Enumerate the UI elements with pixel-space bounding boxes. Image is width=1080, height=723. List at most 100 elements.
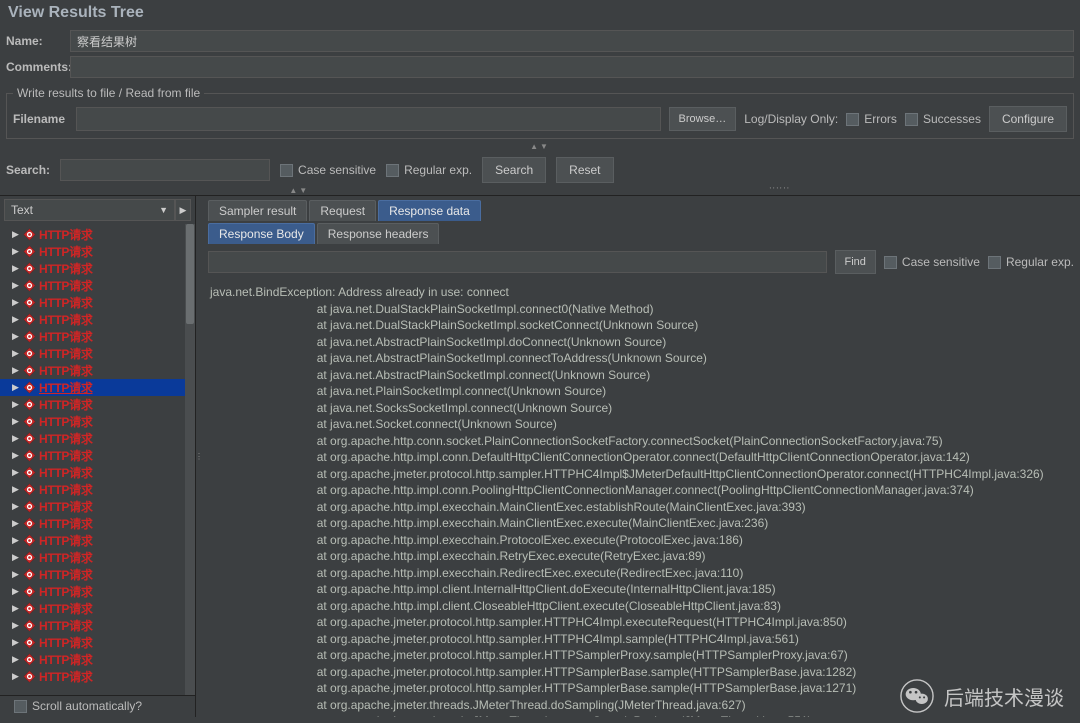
search-button[interactable]: Search [482,157,546,183]
expand-icon[interactable]: ▶ [12,280,20,291]
tree-row[interactable]: ▶ HTTP请求 [0,345,195,362]
tab-sampler-result[interactable]: Sampler result [208,200,307,221]
expand-icon[interactable]: ▶ [12,535,20,546]
results-tree[interactable]: ▶ HTTP请求 ▶ HTTP请求 ▶ HTTP请求 ▶ HTTP请求 ▶ HTTP请求 ▶ HTTP… [0,224,195,695]
tree-item-label: HTTP请求 [39,651,93,668]
tree-row[interactable]: ▶HTTP请求 [0,277,195,294]
tree-row[interactable]: ▶HTTP请求 [0,413,195,430]
expand-icon[interactable]: ▶ [12,416,20,427]
subtab-response-headers[interactable]: Response headers [317,223,440,244]
errors-checkbox[interactable]: Errors [846,112,897,126]
name-label: Name: [6,34,70,48]
tree-item-label: HTTP请求 [39,396,93,413]
renderer-selected: Text [11,203,33,217]
renderer-dropdown[interactable]: Text ▼ [4,199,175,221]
find-button[interactable]: Find [835,250,876,274]
tree-row[interactable]: ▶ HTTP请求 [0,243,195,260]
browse-button[interactable]: Browse… [669,107,737,131]
expand-icon[interactable]: ▶ [12,467,20,478]
expand-icon[interactable]: ▶ [12,297,20,308]
tree-row[interactable]: ▶HTTP请求 [0,668,195,685]
splitter-handle-top[interactable]: ▲▼ [0,143,1080,151]
expand-icon[interactable]: ▶ [12,603,20,614]
splitter-handle-mid[interactable]: ▲▼ '''''' [0,187,1080,195]
comments-input[interactable] [70,56,1074,78]
expand-icon[interactable]: ▶ [12,331,20,342]
filename-input[interactable] [76,107,661,131]
error-icon [23,296,36,309]
successes-checkbox[interactable]: Successes [905,112,981,126]
tree-row[interactable]: ▶HTTP请求 [0,532,195,549]
expand-icon[interactable]: ▶ [12,586,20,597]
name-input[interactable] [70,30,1074,52]
expand-icon[interactable]: ▶ [12,365,20,376]
response-body-text[interactable]: java.net.BindException: Address already … [202,280,1080,717]
configure-button[interactable]: Configure [989,106,1067,132]
tree-row[interactable]: ▶ HTTP请求 [0,498,195,515]
tab-response-data[interactable]: Response data [378,200,481,221]
tree-row[interactable]: ▶HTTP请求 [0,430,195,447]
tree-item-label: HTTP请求 [39,345,93,362]
tree-scrollbar[interactable] [185,224,195,695]
find-input[interactable] [208,251,827,273]
tree-row[interactable]: ▶HTTP请求 [0,634,195,651]
expand-icon[interactable]: ▶ [12,450,20,461]
tree-row[interactable]: ▶HTTP请求 [0,226,195,243]
expand-icon[interactable]: ▶ [12,433,20,444]
tree-row[interactable]: ▶HTTP请求 [0,294,195,311]
expand-icon[interactable]: ▶ [12,552,20,563]
error-icon [23,500,36,513]
tree-item-label: HTTP请求 [39,243,93,260]
expand-icon[interactable]: ▶ [12,637,20,648]
tree-row[interactable]: ▶ HTTP请求 [0,651,195,668]
tree-item-label: HTTP请求 [39,498,93,515]
tree-item-label: HTTP请求 [39,566,93,583]
error-icon [23,551,36,564]
expand-icon[interactable]: ▶ [12,314,20,325]
tree-row[interactable]: ▶HTTP请求 [0,600,195,617]
expand-icon[interactable]: ▶ [12,620,20,631]
expand-icon[interactable]: ▶ [12,671,20,682]
tree-row[interactable]: ▶ HTTP请求 [0,464,195,481]
tree-row[interactable]: ▶HTTP请求 [0,515,195,532]
expand-icon[interactable]: ▶ [12,382,20,393]
expand-icon[interactable]: ▶ [12,246,20,257]
comments-label: Comments: [6,60,70,74]
find-case-sensitive-checkbox[interactable]: Case sensitive [884,255,980,269]
tree-row[interactable]: ▶HTTP请求 [0,549,195,566]
expand-icon[interactable]: ▶ [12,654,20,665]
expand-icon[interactable]: ▶ [12,518,20,529]
error-icon [23,313,36,326]
tree-row[interactable]: ▶HTTP请求 [0,379,195,396]
tree-row[interactable]: ▶HTTP请求 [0,583,195,600]
search-case-sensitive-checkbox[interactable]: Case sensitive [280,163,376,177]
tree-row[interactable]: ▶ HTTP请求 [0,566,195,583]
tree-row[interactable]: ▶ HTTP请求 [0,396,195,413]
expand-icon[interactable]: ▶ [12,484,20,495]
expand-icon[interactable]: ▶ [12,569,20,580]
tree-row[interactable]: ▶HTTP请求 [0,362,195,379]
tree-row[interactable]: ▶HTTP请求 [0,617,195,634]
wechat-icon [900,679,934,713]
expand-icon[interactable]: ▶ [12,229,20,240]
tree-row[interactable]: ▶HTTP请求 [0,260,195,277]
page-title: View Results Tree [0,0,1080,28]
subtab-response-body[interactable]: Response Body [208,223,315,244]
tree-row[interactable]: ▶HTTP请求 [0,481,195,498]
tree-row[interactable]: ▶HTTP请求 [0,447,195,464]
find-regex-checkbox[interactable]: Regular exp. [988,255,1074,269]
scroll-auto-checkbox[interactable]: Scroll automatically? [14,699,142,713]
expand-icon[interactable]: ▶ [12,399,20,410]
renderer-expand-button[interactable]: ▶ [175,199,191,221]
search-input[interactable] [60,159,270,181]
expand-icon[interactable]: ▶ [12,348,20,359]
tree-item-label: HTTP请求 [39,464,93,481]
search-regex-checkbox[interactable]: Regular exp. [386,163,472,177]
tab-request[interactable]: Request [309,200,376,221]
error-icon [23,449,36,462]
expand-icon[interactable]: ▶ [12,501,20,512]
expand-icon[interactable]: ▶ [12,263,20,274]
reset-button[interactable]: Reset [556,157,613,183]
tree-row[interactable]: ▶HTTP请求 [0,311,195,328]
tree-row[interactable]: ▶HTTP请求 [0,328,195,345]
